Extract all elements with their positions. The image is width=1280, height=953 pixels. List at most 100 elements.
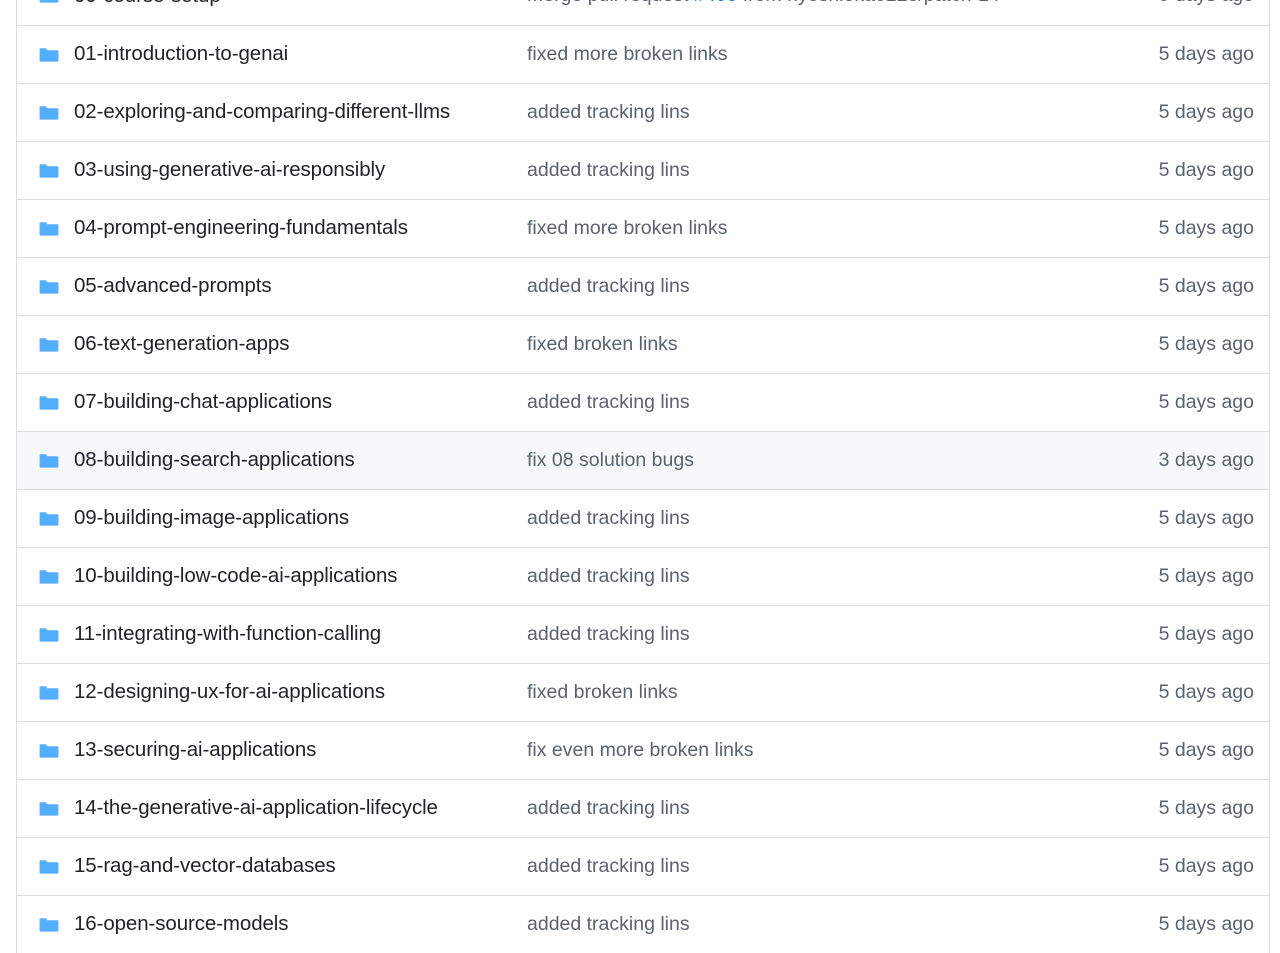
file-row[interactable]: 03-using-generative-ai-responsibly added … [17, 141, 1269, 199]
folder-icon [39, 0, 59, 6]
file-row[interactable]: 02-exploring-and-comparing-different-llm… [17, 83, 1269, 141]
commit-time-cell: 5 days ago [1158, 216, 1254, 239]
pull-request-link[interactable]: #400 [694, 0, 737, 6]
commit-message-cell[interactable]: Merge pull request #400 from hyoshioka01… [527, 0, 1059, 8]
file-row[interactable]: 00-course-setup Merge pull request #400 f… [17, 0, 1269, 25]
folder-icon [39, 509, 59, 529]
commit-message-cell[interactable]: fixed more broken links [527, 217, 1059, 240]
folder-icon [39, 567, 59, 587]
file-name-link[interactable]: 15-rag-and-vector-databases [74, 854, 336, 879]
commit-time-cell: 5 days ago [1158, 564, 1254, 587]
commit-time-cell: 5 days ago [1158, 332, 1254, 355]
folder-icon [39, 857, 59, 877]
commit-message-cell[interactable]: added tracking lins [527, 797, 1059, 820]
file-name-link[interactable]: 16-open-source-models [74, 912, 289, 937]
commit-time-cell: 5 days ago [1158, 738, 1254, 761]
commit-message-text: fixed more broken links [527, 42, 728, 65]
file-name-cell[interactable]: 01-introduction-to-genai [17, 42, 527, 67]
file-row[interactable]: 06-text-generation-apps fixed broken link… [17, 315, 1269, 373]
commit-time-cell: 5 days ago [1158, 622, 1254, 645]
commit-time-cell: 5 days ago [1059, 0, 1269, 8]
commit-message-text: added tracking lins [527, 912, 690, 935]
commit-message-text: added tracking lins [527, 100, 690, 123]
commit-message-cell[interactable]: fix 08 solution bugs [527, 449, 1059, 472]
file-name-cell[interactable]: 15-rag-and-vector-databases [17, 854, 527, 879]
file-name-link[interactable]: 01-introduction-to-genai [74, 42, 288, 67]
commit-message-cell[interactable]: fixed broken links [527, 333, 1059, 356]
file-name-cell[interactable]: 13-securing-ai-applications [17, 738, 527, 763]
file-name-cell[interactable]: 00-course-setup [17, 0, 527, 8]
file-name-cell[interactable]: 07-building-chat-applications [17, 390, 527, 415]
file-name-link[interactable]: 07-building-chat-applications [74, 390, 332, 415]
commit-message-cell[interactable]: fixed broken links [527, 681, 1059, 704]
commit-message-cell[interactable]: added tracking lins [527, 159, 1059, 182]
file-name-cell[interactable]: 10-building-low-code-ai-applications [17, 564, 527, 589]
file-name-link[interactable]: 06-text-generation-apps [74, 332, 289, 357]
file-name-cell[interactable]: 03-using-generative-ai-responsibly [17, 158, 527, 183]
folder-icon [39, 45, 59, 65]
commit-message-cell[interactable]: added tracking lins [527, 101, 1059, 124]
file-name-link[interactable]: 12-designing-ux-for-ai-applications [74, 680, 385, 705]
file-name-cell[interactable]: 09-building-image-applications [17, 506, 527, 531]
commit-message-cell[interactable]: added tracking lins [527, 565, 1059, 588]
commit-message-text: added tracking lins [527, 854, 690, 877]
commit-time-cell: 3 days ago [1158, 448, 1254, 471]
file-name-cell[interactable]: 12-designing-ux-for-ai-applications [17, 680, 527, 705]
commit-message-cell[interactable]: added tracking lins [527, 913, 1059, 936]
commit-message-cell[interactable]: fixed more broken links [527, 43, 1059, 66]
folder-icon [39, 393, 59, 413]
file-row[interactable]: 11-integrating-with-function-calling adde… [17, 605, 1269, 663]
commit-message-text: fix 08 solution bugs [527, 448, 694, 471]
file-row[interactable]: 15-rag-and-vector-databases added trackin… [17, 837, 1269, 895]
file-name-cell[interactable]: 14-the-generative-ai-application-lifecyc… [17, 796, 527, 821]
file-row[interactable]: 01-introduction-to-genai fixed more broke… [17, 25, 1269, 83]
commit-message-cell[interactable]: added tracking lins [527, 275, 1059, 298]
file-name-link[interactable]: 05-advanced-prompts [74, 274, 272, 299]
file-name-link[interactable]: 03-using-generative-ai-responsibly [74, 158, 385, 183]
repository-file-table: 00-course-setup Merge pull request #400 f… [16, 0, 1270, 953]
file-name-cell[interactable]: 02-exploring-and-comparing-different-llm… [17, 100, 527, 125]
file-name-link[interactable]: 00-course-setup [74, 0, 221, 8]
file-row[interactable]: 08-building-search-applications fix 08 so… [17, 431, 1269, 489]
commit-message-suffix: from hyoshioka0128/patch-14 [737, 0, 1000, 6]
file-name-cell[interactable]: 11-integrating-with-function-calling [17, 622, 527, 647]
file-row[interactable]: 14-the-generative-ai-application-lifecyc… [17, 779, 1269, 837]
commit-time-cell: 5 days ago [1158, 274, 1254, 297]
folder-icon [39, 799, 59, 819]
file-name-link[interactable]: 10-building-low-code-ai-applications [74, 564, 398, 589]
commit-message-cell[interactable]: fix even more broken links [527, 739, 1059, 762]
file-name-link[interactable]: 11-integrating-with-function-calling [74, 622, 381, 647]
file-row[interactable]: 05-advanced-prompts added tracking lins 5 … [17, 257, 1269, 315]
file-row[interactable]: 09-building-image-applications added trac… [17, 489, 1269, 547]
folder-icon [39, 741, 59, 761]
file-name-link[interactable]: 08-building-search-applications [74, 448, 355, 473]
file-row[interactable]: 12-designing-ux-for-ai-applications fixed… [17, 663, 1269, 721]
commit-time-cell: 5 days ago [1158, 680, 1254, 703]
file-row[interactable]: 10-building-low-code-ai-applications adde… [17, 547, 1269, 605]
folder-icon [39, 451, 59, 471]
commit-time-cell: 5 days ago [1158, 912, 1254, 935]
commit-time-cell: 5 days ago [1158, 506, 1254, 529]
commit-time-cell: 5 days ago [1158, 390, 1254, 413]
file-name-link[interactable]: 04-prompt-engineering-fundamentals [74, 216, 408, 241]
file-row[interactable]: 13-securing-ai-applications fix even more… [17, 721, 1269, 779]
commit-message-cell[interactable]: added tracking lins [527, 623, 1059, 646]
file-name-link[interactable]: 14-the-generative-ai-application-lifecyc… [74, 796, 438, 821]
file-row[interactable]: 16-open-source-models added tracking lins… [17, 895, 1269, 953]
file-name-link[interactable]: 13-securing-ai-applications [74, 738, 316, 763]
file-name-link[interactable]: 02-exploring-and-comparing-different-llm… [74, 100, 450, 125]
commit-message-cell[interactable]: added tracking lins [527, 391, 1059, 414]
commit-message-cell[interactable]: added tracking lins [527, 507, 1059, 530]
file-row[interactable]: 07-building-chat-applications added track… [17, 373, 1269, 431]
file-name-cell[interactable]: 05-advanced-prompts [17, 274, 527, 299]
commit-message-cell[interactable]: added tracking lins [527, 855, 1059, 878]
file-name-cell[interactable]: 16-open-source-models [17, 912, 527, 937]
file-row[interactable]: 04-prompt-engineering-fundamentals fixed … [17, 199, 1269, 257]
file-name-link[interactable]: 09-building-image-applications [74, 506, 349, 531]
file-name-cell[interactable]: 08-building-search-applications [17, 448, 527, 473]
folder-icon [39, 335, 59, 355]
file-name-cell[interactable]: 04-prompt-engineering-fundamentals [17, 216, 527, 241]
file-name-cell[interactable]: 06-text-generation-apps [17, 332, 527, 357]
commit-time-cell: 5 days ago [1158, 42, 1254, 65]
commit-time-cell: 5 days ago [1158, 158, 1254, 181]
